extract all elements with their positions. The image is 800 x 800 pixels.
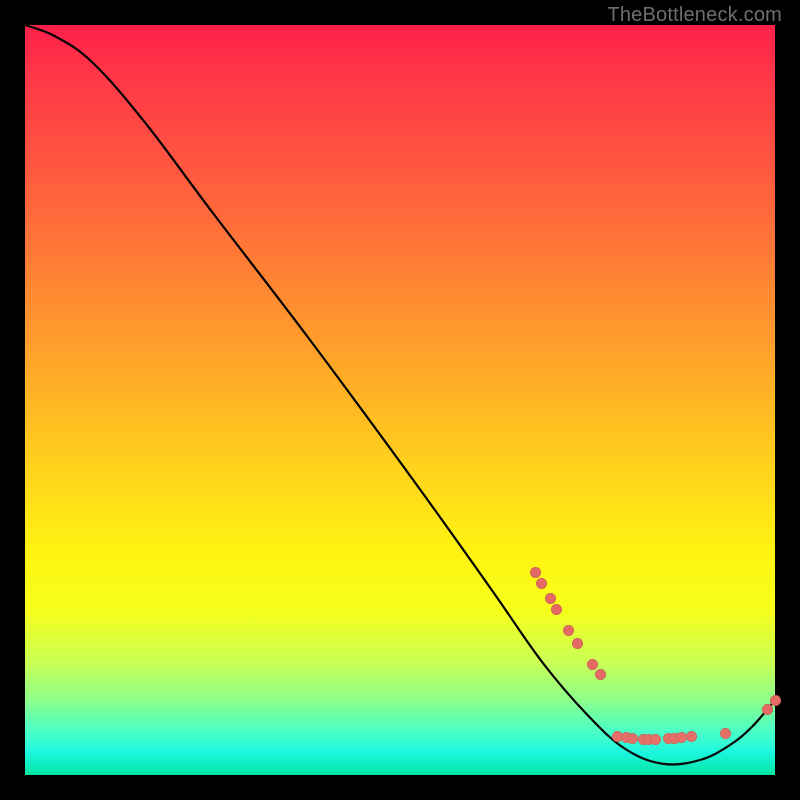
data-point	[563, 625, 574, 636]
data-point	[551, 604, 562, 615]
data-point	[762, 704, 773, 715]
data-point	[686, 731, 697, 742]
chart-stage: TheBottleneck.com	[0, 0, 800, 800]
data-point	[587, 659, 598, 670]
data-point	[536, 578, 547, 589]
data-point	[720, 728, 731, 739]
data-point	[595, 669, 606, 680]
bottleneck-curve	[25, 25, 775, 775]
watermark-text: TheBottleneck.com	[607, 4, 782, 27]
data-point	[530, 567, 541, 578]
data-point	[650, 734, 661, 745]
data-point	[770, 695, 781, 706]
data-point	[545, 593, 556, 604]
plot-area	[25, 25, 775, 775]
data-point	[627, 733, 638, 744]
